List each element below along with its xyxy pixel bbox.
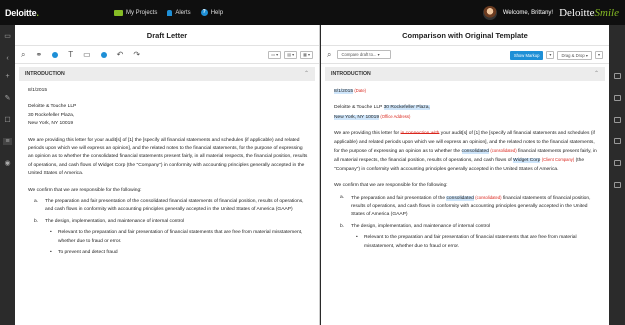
checkbox-icon[interactable]: ☐: [3, 117, 12, 124]
product-logo: DeloitteSmile: [559, 6, 619, 19]
redo-icon[interactable]: ↷: [133, 50, 140, 59]
undo-icon[interactable]: ↶: [117, 50, 124, 59]
user-area: Welcome, Brittany! DeloitteSmile: [482, 0, 619, 25]
top-bar: Deloitte. My Projects Alerts ? Help Welc…: [0, 0, 625, 25]
address-block: Deloitte & Touche LLP 30 Rockefeller Pla…: [334, 105, 430, 120]
more-options-icon[interactable]: ▾: [594, 51, 603, 59]
nav-alerts[interactable]: Alerts: [167, 9, 191, 16]
date-text: 8/1/2015: [28, 88, 48, 93]
section-header[interactable]: INTRODUCTION ⌃: [19, 67, 315, 81]
address-block: Deloitte & Touche LLP 30 Rockefeller Pla…: [28, 104, 77, 127]
date-text: 8/1/2015 (Date): [334, 88, 367, 94]
left-rail: ▭ ‹ + ✎ ☐ ≡ ◉: [0, 25, 15, 325]
help-icon: ?: [200, 9, 208, 16]
notification-dot-icon: [52, 51, 59, 58]
chevron-up-icon[interactable]: ⌃: [304, 67, 309, 81]
folder-icon[interactable]: ▭: [3, 33, 12, 40]
list-item: b. The design, implementation, and maint…: [34, 218, 185, 224]
nav-help[interactable]: ? Help: [200, 9, 223, 16]
top-nav: My Projects Alerts ? Help: [114, 9, 223, 16]
drag-drop-button[interactable]: Drag & Drop ▾: [557, 51, 592, 60]
bell-icon: [167, 9, 173, 16]
deloitte-logo[interactable]: Deloitte.: [0, 8, 110, 18]
link-icon[interactable]: ⚭: [35, 50, 42, 59]
comparison-body[interactable]: 8/1/2015 (Date) Deloitte & Touche LLP 30…: [321, 81, 609, 251]
collapse-icon[interactable]: ‹: [3, 55, 12, 62]
document-icon[interactable]: [614, 117, 621, 123]
list-icon[interactable]: ≡: [3, 138, 12, 145]
comparison-toolbar: ⌕ Compare draft to... ▾ Show Markup ▾ Dr…: [321, 46, 609, 64]
document-icon[interactable]: [614, 160, 621, 166]
search-icon[interactable]: ⌕: [21, 50, 25, 60]
eye-icon[interactable]: ◉: [3, 160, 12, 167]
list-item: • To prevent and detect fraud: [50, 250, 118, 256]
toolbar-right: Show Markup ▾ Drag & Drop ▾ ▾: [509, 51, 603, 60]
edit-icon[interactable]: ✎: [3, 95, 12, 102]
editor-toolbar: ⌕ ⚭ T ▭ ↶ ↷ ▭ ▾ ▤ ▾ ▦ ▾: [15, 46, 319, 64]
list-item: • Relevant to the preparation and fair p…: [50, 230, 303, 244]
compare-select[interactable]: Compare draft to... ▾: [337, 50, 392, 59]
panel-title: Draft Letter: [15, 25, 319, 46]
paragraph: We confirm that we are responsible for t…: [28, 187, 142, 193]
right-rail: [609, 25, 625, 325]
show-markup-button[interactable]: Show Markup: [509, 51, 544, 60]
comparison-panel: Comparison with Original Template ⌕ Comp…: [321, 25, 609, 325]
list-item: b. The design, implementation, and maint…: [340, 223, 491, 229]
toolbar-right: ▭ ▾ ▤ ▾ ▦ ▾: [268, 51, 313, 59]
paragraph: We are providing this letter for your au…: [28, 137, 308, 177]
comment-icon[interactable]: ▭: [83, 50, 91, 59]
comment-count-icon: [100, 51, 107, 58]
section-header[interactable]: INTRODUCTION ⌃: [325, 67, 605, 81]
text-format-icon[interactable]: T: [68, 50, 73, 59]
folder-icon: [114, 9, 123, 16]
add-icon[interactable]: +: [3, 73, 12, 80]
paragraph: We are providing this letter for in conn…: [334, 131, 597, 172]
document-icon[interactable]: [614, 182, 621, 188]
nav-my-projects[interactable]: My Projects: [114, 9, 157, 16]
document-icon[interactable]: [614, 95, 621, 101]
letter-body[interactable]: 8/1/2015 Deloitte & Touche LLP 30 Rockef…: [15, 81, 319, 258]
chevron-up-icon[interactable]: ⌃: [594, 67, 599, 81]
document-icon[interactable]: [614, 138, 621, 144]
list-item: a. The preparation and fair presentation…: [340, 194, 591, 218]
layout-select-icon[interactable]: ▤ ▾: [284, 51, 298, 59]
document-icon[interactable]: [614, 73, 621, 79]
avatar[interactable]: [482, 5, 497, 20]
search-icon[interactable]: ⌕: [327, 50, 331, 60]
markup-options-icon[interactable]: ▾: [546, 51, 555, 59]
zoom-select-icon[interactable]: ▦ ▾: [300, 51, 313, 59]
panel-title: Comparison with Original Template: [321, 25, 609, 46]
draft-letter-panel: Draft Letter ⌕ ⚭ T ▭ ↶ ↷ ▭ ▾ ▤ ▾ ▦ ▾ INT…: [15, 25, 320, 325]
welcome-text: Welcome, Brittany!: [502, 9, 554, 16]
view-select-icon[interactable]: ▭ ▾: [268, 51, 282, 59]
list-item: a. The preparation and fair presentation…: [34, 199, 304, 213]
list-item: • Relevant to the preparation and fair p…: [356, 235, 577, 249]
paragraph: We confirm that we are responsible for t…: [334, 183, 448, 189]
